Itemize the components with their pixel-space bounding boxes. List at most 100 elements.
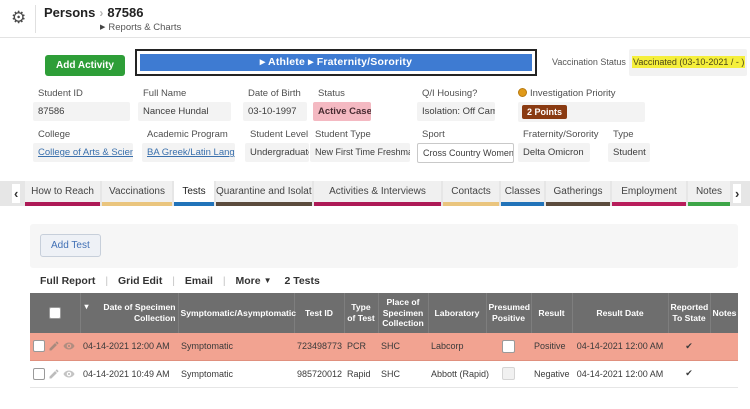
grid-edit-button[interactable]: Grid Edit — [118, 275, 162, 287]
view-eye-icon[interactable] — [63, 368, 75, 380]
tab-accent — [216, 202, 312, 206]
header-presumed-positive[interactable]: Presumed Positive — [486, 293, 531, 333]
fraternity-sorority-value: Delta Omicron — [518, 143, 590, 162]
cell-laboratory: Abbott (Rapid) — [428, 360, 486, 387]
header-reported-to-state[interactable]: Reported To State — [668, 293, 710, 333]
status-label: Status — [313, 88, 371, 99]
add-test-button[interactable]: Add Test — [40, 234, 101, 257]
tabs-scroll-left-icon[interactable]: ‹ — [12, 184, 20, 203]
toolbar-separator: | — [172, 275, 175, 287]
presumed-positive-checkbox[interactable] — [502, 367, 515, 380]
student-level-value: Undergraduate — [245, 143, 309, 162]
presumed-positive-checkbox[interactable] — [502, 340, 515, 353]
tab-strip: ‹ How to Reach Vaccinations Tests Quaran… — [0, 181, 750, 206]
reports-charts-link[interactable]: ▶Reports & Charts — [100, 22, 181, 33]
header-notes[interactable]: Notes — [710, 293, 738, 333]
header-laboratory[interactable]: Laboratory — [428, 293, 486, 333]
reported-check-icon: ✔ — [668, 333, 710, 360]
header-type-of-test[interactable]: Type of Test — [344, 293, 378, 333]
student-id-label: Student ID — [33, 88, 130, 99]
tests-action-panel: Add Test — [30, 224, 738, 268]
breadcrumb-separator-icon: › — [99, 6, 103, 20]
field-student-level: Student Level Undergraduate — [245, 129, 309, 162]
page: ⚙ Persons › 87586 ▶Reports & Charts Add Ac… — [0, 0, 750, 409]
breadcrumb-record-id: 87586 — [107, 5, 143, 20]
row-checkbox[interactable] — [33, 368, 45, 380]
header-result[interactable]: Result — [531, 293, 572, 333]
banner-text: ▸ Athlete ▸ Fraternity/Sorority — [140, 54, 532, 71]
header-place-of-specimen-collection[interactable]: Place of Specimen Collection — [378, 293, 428, 333]
academic-program-link[interactable]: BA Greek/Latin Lang & Lit — [147, 147, 235, 158]
cell-date: 04-14-2021 10:49 AM — [80, 360, 178, 387]
academic-program-label: Academic Program — [142, 129, 235, 140]
more-menu-button[interactable]: More▼ — [236, 275, 272, 287]
full-report-button[interactable]: Full Report — [40, 275, 95, 287]
header-symptomatic[interactable]: Symptomatic/Asymptomatic — [178, 293, 294, 333]
cell-place: SHC — [378, 333, 428, 360]
cell-presumed-positive — [486, 333, 531, 360]
tab-quarantine-and-isolation[interactable]: Quarantine and Isolation — [216, 181, 312, 206]
view-eye-icon[interactable] — [63, 340, 75, 352]
tab-gatherings[interactable]: Gatherings — [546, 181, 610, 206]
tab-accent — [688, 202, 730, 206]
header-date-of-specimen-collection[interactable]: ▾Date of Specimen Collection — [80, 293, 178, 333]
caret-down-icon: ▼ — [264, 276, 272, 285]
tab-contacts[interactable]: Contacts — [443, 181, 499, 206]
vaccination-status-value: Vaccinated (03-10-2021 / - ) — [632, 56, 745, 68]
tab-how-to-reach[interactable]: How to Reach — [25, 181, 100, 206]
table-row[interactable]: 04-14-2021 12:00 AM Symptomatic 72349877… — [30, 333, 738, 360]
tab-activities-interviews[interactable]: Activities & Interviews — [314, 181, 441, 206]
tab-notes[interactable]: Notes — [688, 181, 730, 206]
tab-accent — [443, 202, 499, 206]
priority-coin-icon — [518, 88, 527, 97]
breadcrumb-section[interactable]: Persons — [44, 5, 95, 20]
tab-employment[interactable]: Employment — [612, 181, 686, 206]
college-label: College — [33, 129, 133, 140]
cell-result-date: 04-14-2021 12:00 AM — [572, 360, 668, 387]
breadcrumb: Persons › 87586 — [44, 5, 143, 20]
cell-result: Positive — [531, 333, 572, 360]
sort-caret-icon[interactable]: ▾ — [85, 302, 89, 312]
cell-place: SHC — [378, 360, 428, 387]
row-select-cell — [30, 360, 80, 387]
header-result-date[interactable]: Result Date — [572, 293, 668, 333]
tab-vaccinations[interactable]: Vaccinations — [102, 181, 172, 206]
fraternity-sorority-label: Fraternity/Sorority — [518, 129, 590, 140]
tab-accent — [174, 202, 214, 206]
field-student-type: Student Type New First Time Freshman — [310, 129, 410, 162]
cell-symptomatic: Symptomatic — [178, 360, 294, 387]
add-activity-button[interactable]: Add Activity — [45, 55, 125, 76]
cell-symptomatic: Symptomatic — [178, 333, 294, 360]
cell-test-id: 723498773 — [294, 333, 344, 360]
row-select-cell — [30, 333, 80, 360]
field-investigation-priority: Investigation Priority 2 Points — [518, 88, 645, 122]
toolbar-separator: | — [105, 275, 108, 287]
tabs-scroll-right-icon[interactable]: › — [733, 184, 741, 203]
tab-classes[interactable]: Classes — [501, 181, 544, 206]
email-button[interactable]: Email — [185, 275, 213, 287]
field-type: Type Student — [608, 129, 650, 162]
tests-table: ▾Date of Specimen Collection Symptomatic… — [30, 293, 738, 388]
college-field: College of Arts & Sciences — [33, 143, 133, 162]
select-all-checkbox[interactable] — [49, 307, 61, 319]
sport-input[interactable]: Cross Country Women's — [417, 143, 514, 163]
gear-icon[interactable]: ⚙ — [11, 8, 26, 28]
tab-accent — [546, 202, 610, 206]
tab-tests[interactable]: Tests — [174, 181, 214, 206]
edit-pencil-icon[interactable] — [48, 368, 60, 380]
cell-result: Negative — [531, 360, 572, 387]
header-test-id[interactable]: Test ID — [294, 293, 344, 333]
reported-check-icon: ✔ — [668, 360, 710, 387]
edit-pencil-icon[interactable] — [48, 340, 60, 352]
table-row[interactable]: 04-14-2021 10:49 AM Symptomatic 98572001… — [30, 360, 738, 387]
date-of-birth-value: 03-10-1997 — [243, 102, 307, 121]
student-type-value: New First Time Freshman — [310, 143, 410, 162]
cell-notes — [710, 360, 738, 387]
full-name-label: Full Name — [138, 88, 231, 99]
field-fraternity-sorority: Fraternity/Sorority Delta Omicron — [518, 129, 590, 162]
athlete-fraternity-banner[interactable]: ▸ Athlete ▸ Fraternity/Sorority — [135, 49, 537, 76]
row-checkbox[interactable] — [33, 340, 45, 352]
grid-toolbar: Full Report | Grid Edit | Email | More▼ … — [40, 275, 320, 287]
college-link[interactable]: College of Arts & Sciences — [38, 147, 133, 158]
field-sport: Sport Cross Country Women's — [417, 129, 514, 163]
